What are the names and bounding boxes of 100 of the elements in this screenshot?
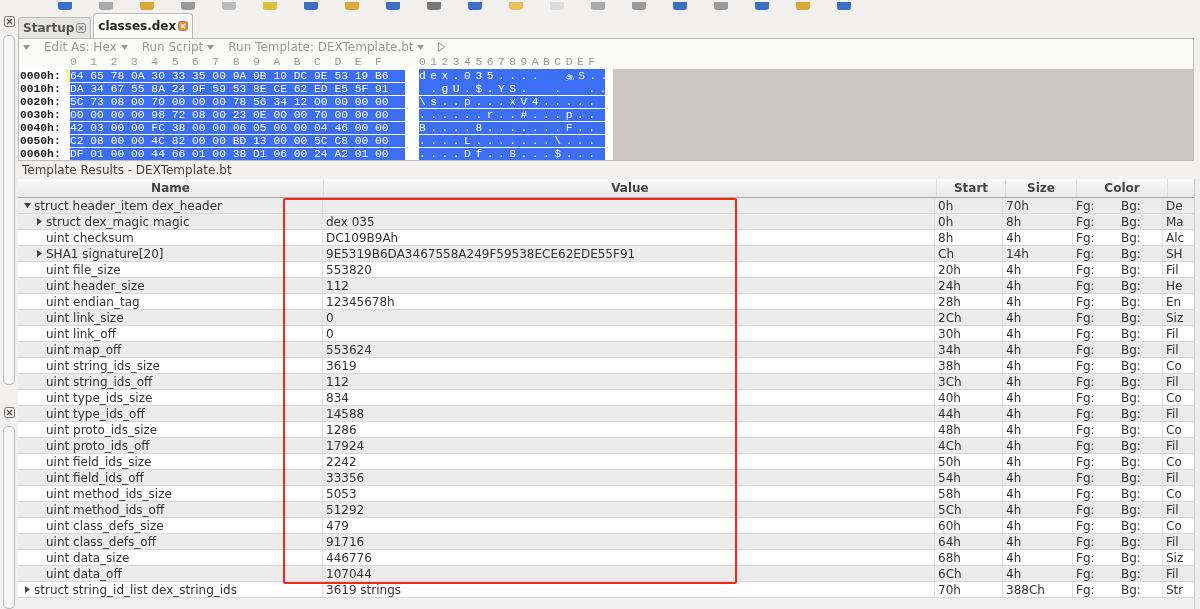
bg-color-label: Bg:: [1121, 230, 1141, 245]
start-offset: 40h: [938, 390, 961, 405]
collapse-icon[interactable]: [23, 44, 30, 50]
field-name: uint method_ids_off: [46, 502, 165, 517]
field-value: 91716: [326, 534, 365, 549]
field-value: 3619: [326, 358, 357, 373]
field-size: 388Ch: [1006, 582, 1045, 597]
comment-text: Alc: [1166, 230, 1185, 245]
field-size: 4h: [1006, 486, 1022, 501]
field-value: 9E5319B6DA3467558A249F59538ECE62EDE55F91: [326, 246, 636, 261]
toolbar-dropdown[interactable]: Run Template: DEXTemplate.bt: [228, 40, 425, 54]
fg-color-label: Fg:: [1076, 454, 1095, 469]
field-size: 4h: [1006, 550, 1022, 565]
toolbar-icon[interactable]: [345, 2, 359, 10]
field-size: 4h: [1006, 390, 1022, 405]
bg-color-label: Bg:: [1121, 486, 1141, 501]
column-header[interactable]: Size: [1006, 179, 1077, 197]
comment-text: Fil: [1166, 502, 1179, 517]
caret-icon[interactable]: [417, 44, 425, 50]
field-size: 4h: [1006, 534, 1022, 549]
bg-color-label: Bg:: [1121, 214, 1141, 229]
fg-color-label: Fg:: [1076, 198, 1095, 213]
column-header[interactable]: Color: [1077, 179, 1168, 197]
ascii-text[interactable]: dex.035.... ௲S..: [419, 68, 605, 83]
comment-text: Co: [1166, 390, 1182, 405]
column-header[interactable]: Start: [937, 179, 1006, 197]
column-header[interactable]: Value: [324, 179, 937, 197]
toolbar-icon[interactable]: [263, 2, 277, 10]
toolbar-icon[interactable]: [673, 2, 687, 10]
ascii-text[interactable]: \s..p...xV4.....: [419, 95, 605, 108]
collapsed-triangle-icon[interactable]: [36, 250, 43, 257]
comment-text: Ma: [1166, 214, 1184, 229]
field-value: 107044: [326, 566, 372, 581]
toolbar-icon[interactable]: [427, 2, 441, 10]
hex-bytes[interactable]: DF 01 00 00 44 66 01 00 38 D1 06 00 24 A2 01 00: [70, 147, 405, 160]
ascii-text[interactable]: ....Df..8...$...: [419, 147, 605, 160]
hex-bytes[interactable]: 5C 73 08 00 70 00 00 00 78 56 34 12 00 00 00 00: [70, 95, 405, 108]
play-icon[interactable]: [438, 42, 446, 52]
start-offset: 28h: [938, 294, 961, 309]
file-tab[interactable]: classes.dex: [93, 13, 194, 38]
collapsed-triangle-icon[interactable]: [36, 218, 43, 225]
field-value: 1286: [326, 422, 357, 437]
field-name: uint header_size: [46, 278, 145, 293]
ascii-text[interactable]: ....L.......\...: [419, 134, 605, 147]
field-name: uint method_ids_size: [46, 486, 172, 501]
field-value: 553624: [326, 342, 372, 357]
toolbar-icon[interactable]: [755, 2, 769, 10]
toolbar-icon[interactable]: [304, 2, 318, 10]
fg-color-label: Fg:: [1076, 358, 1095, 373]
close-icon[interactable]: [3, 406, 15, 418]
column-header[interactable]: Name: [18, 179, 324, 197]
bg-color-label: Bg:: [1121, 406, 1141, 421]
bg-color-label: Bg:: [1121, 502, 1141, 517]
toolbar-icon[interactable]: [632, 2, 646, 10]
hex-bytes[interactable]: 00 00 00 00 98 72 08 00 23 0E 00 00 70 00 00 00: [70, 108, 405, 121]
bg-color-label: Bg:: [1121, 246, 1141, 261]
field-size: 4h: [1006, 406, 1022, 421]
scrollbar[interactable]: [1194, 179, 1200, 609]
toolbar-icon[interactable]: [591, 2, 605, 10]
toolbar-dropdown[interactable]: Run Script: [141, 40, 215, 54]
collapsed-triangle-icon[interactable]: [24, 586, 31, 593]
scrollbar[interactable]: [3, 425, 15, 609]
hex-bytes[interactable]: 64 65 78 0A 30 33 35 00 9A 9B 10 DC 9E 53 19 B6: [70, 69, 405, 82]
expanded-triangle-icon[interactable]: [24, 202, 31, 209]
toolbar-icon[interactable]: [140, 2, 154, 10]
caret-icon[interactable]: [207, 44, 215, 50]
field-size: 4h: [1006, 518, 1022, 533]
hex-bytes[interactable]: C2 08 00 00 4C 82 00 00 BD 13 00 00 5C C8 00 00: [70, 134, 405, 147]
hex-bytes[interactable]: DA 34 67 55 8A 24 9F 59 53 8E CE 62 ED E5 5F 91: [70, 82, 405, 95]
toolbar-dropdown[interactable]: Edit As: Hex: [44, 40, 128, 54]
caret-icon[interactable]: [120, 44, 128, 50]
toolbar-icon[interactable]: [837, 2, 851, 10]
close-icon[interactable]: [178, 21, 189, 31]
comment-text: He: [1166, 278, 1183, 293]
start-offset: 38h: [938, 358, 961, 373]
toolbar-icon[interactable]: [386, 2, 400, 10]
toolbar-icon[interactable]: [509, 2, 523, 10]
fg-color-label: Fg:: [1076, 294, 1095, 309]
toolbar-icon[interactable]: [181, 2, 195, 10]
start-offset: 6Ch: [938, 566, 962, 581]
close-icon[interactable]: [3, 16, 15, 27]
toolbar-icon[interactable]: [714, 2, 728, 10]
hex-bytes[interactable]: 42 03 00 00 FC 38 00 00 06 05 00 00 04 46 00 00: [70, 121, 405, 134]
toolbar-icon[interactable]: [99, 2, 113, 10]
file-tab[interactable]: Startup: [18, 17, 92, 38]
toolbar-icon[interactable]: [222, 2, 236, 10]
start-offset: 3Ch: [938, 374, 962, 389]
toolbar-icon[interactable]: [58, 2, 72, 10]
scrollbar[interactable]: [3, 35, 15, 385]
field-value: 5053: [326, 486, 357, 501]
close-icon[interactable]: [76, 23, 87, 33]
ascii-text[interactable]: ......r..#...p..: [419, 108, 605, 121]
row-offset: 0000h:: [19, 69, 62, 82]
ascii-text[interactable]: B....8.......F..: [419, 121, 605, 134]
toolbar-icon[interactable]: [468, 2, 482, 10]
comment-text: Co: [1166, 422, 1182, 437]
bg-color-label: Bg:: [1121, 326, 1141, 341]
toolbar-icon[interactable]: [796, 2, 810, 10]
field-name: uint data_off: [46, 566, 122, 581]
bg-color-label: Bg:: [1121, 358, 1141, 373]
